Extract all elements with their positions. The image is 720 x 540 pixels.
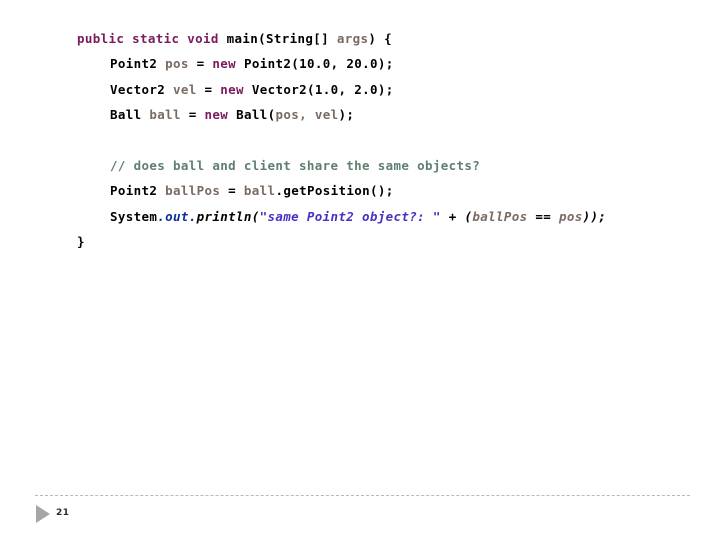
concat-op: + ( [440,208,473,224]
page-number: 21 [56,508,70,518]
statement-end: ); [338,107,355,123]
code-comment: // does ball and client share the same o… [110,158,481,174]
receiver-ball: ball [243,183,276,199]
type-vector2: Vector2 [110,81,174,97]
method-getposition: .getPosition(); [275,183,394,199]
keyword-new: new [220,81,244,97]
slide-canvas: public static void main(String[] args) {… [0,0,720,540]
operand-pos: pos [558,208,583,224]
constructor-point2: Point2(10.0, 20.0); [236,56,394,72]
keyword-modifiers: public static void [77,31,227,46]
code-line-4: Ball ball = new Ball(pos, vel); [77,102,697,127]
statement-end: )); [582,208,607,224]
equality-op: == [527,208,559,224]
code-line-3: Vector2 vel = new Vector2(1.0, 2.0); [77,77,697,102]
var-ballpos: ballPos [165,183,221,199]
keyword-new: new [212,56,237,72]
brace-close: } [77,234,85,250]
code-line-8: } [77,229,697,254]
class-system: System [110,208,158,224]
constructor-ball: Ball( [228,107,276,123]
ctor-arguments: pos, vel [275,107,339,123]
parameter-args: args [336,31,369,46]
constructor-vector2: Vector2(1.0, 2.0); [243,81,394,97]
operand-ballpos: ballPos [472,208,528,224]
code-line-5: // does ball and client share the same o… [77,153,697,178]
play-triangle-icon [36,505,50,523]
assign-op: = [196,81,221,97]
code-line-1: public static void main(String[] args) { [77,26,697,51]
assign-op: = [188,56,213,72]
brace-open: ) { [368,31,393,46]
string-literal: "same Point2 object?: " [259,208,441,224]
assign-op: = [220,183,244,199]
type-point2: Point2 [110,56,166,72]
type-point2: Point2 [110,183,166,199]
var-ball: ball [149,107,181,123]
method-signature: main(String[] [226,31,337,46]
method-println: println( [196,208,260,224]
footer-divider [35,495,690,496]
assign-op: = [180,107,205,123]
code-block: public static void main(String[] args) {… [77,26,697,255]
field-out: .out. [157,208,197,224]
code-line-6: Point2 ballPos = ball.getPosition(); [77,178,697,203]
code-line-7: System.out.println("same Point2 object?:… [77,204,697,229]
code-line-2: Point2 pos = new Point2(10.0, 20.0); [77,51,697,76]
var-pos: pos [165,56,189,72]
keyword-new: new [204,107,229,123]
var-vel: vel [173,81,197,97]
type-ball: Ball [110,107,150,123]
